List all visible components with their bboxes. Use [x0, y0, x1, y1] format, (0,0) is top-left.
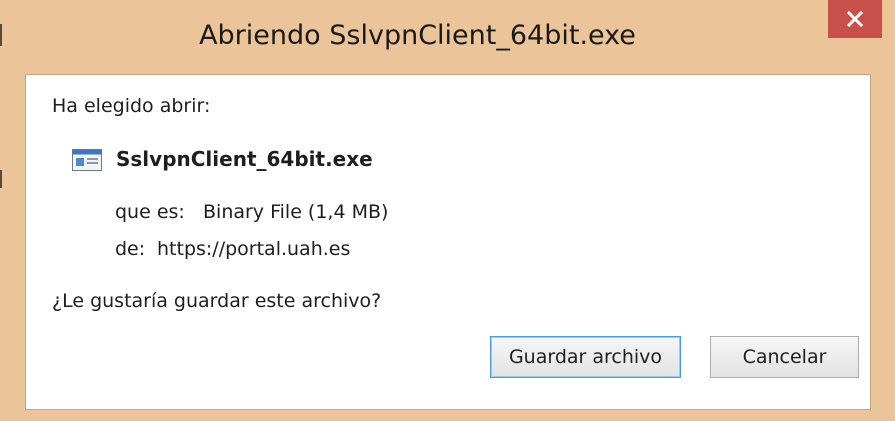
from-value: https://portal.uah.es: [157, 238, 351, 260]
intro-text: Ha elegido abrir:: [52, 95, 211, 117]
executable-file-icon: [72, 149, 102, 171]
window-edge-mark: [0, 170, 2, 188]
title-bar[interactable]: Abriendo SslvpnClient_64bit.exe: [0, 0, 895, 74]
close-icon: [847, 11, 863, 27]
cancel-button[interactable]: Cancelar: [710, 336, 859, 378]
dialog-content: Ha elegido abrir: SslvpnClient_64bit.exe…: [25, 74, 871, 410]
save-file-button[interactable]: Guardar archivo: [490, 336, 681, 378]
type-value: Binary File (1,4 MB): [203, 201, 389, 223]
download-dialog-window: Abriendo SslvpnClient_64bit.exe Ha elegi…: [0, 0, 895, 421]
close-button[interactable]: [828, 0, 882, 38]
type-label: que es:: [115, 201, 185, 223]
from-label: de:: [115, 238, 146, 260]
window-title: Abriendo SslvpnClient_64bit.exe: [199, 20, 636, 51]
save-question: ¿Le gustaría guardar este archivo?: [52, 290, 382, 312]
filename: SslvpnClient_64bit.exe: [116, 147, 373, 171]
